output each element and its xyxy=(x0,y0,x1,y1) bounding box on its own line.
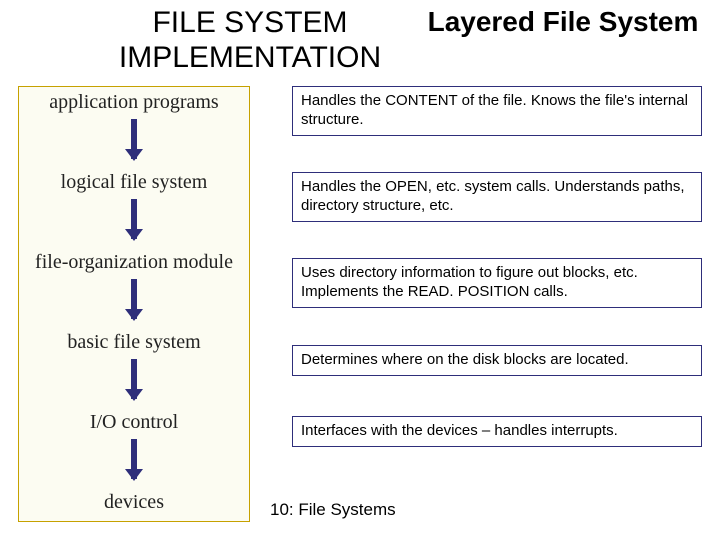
arrow-down-icon xyxy=(122,359,146,399)
description-basic-file-system: Determines where on the disk blocks are … xyxy=(292,345,702,376)
arrow-down-icon xyxy=(122,199,146,239)
description-logical-file-system: Handles the OPEN, etc. system calls. Und… xyxy=(292,172,702,222)
arrow-down-icon xyxy=(122,119,146,159)
arrow-down-icon xyxy=(122,439,146,479)
description-io-control: Interfaces with the devices – handles in… xyxy=(292,416,702,447)
description-file-organization: Uses directory information to figure out… xyxy=(292,258,702,308)
layer-basic-file-system: basic file system xyxy=(19,331,249,354)
layer-stack-box: application programs logical file system… xyxy=(18,86,250,522)
slide-title-left: FILE SYSTEM IMPLEMENTATION xyxy=(100,6,400,75)
slide-title-right: Layered File System xyxy=(420,6,706,38)
layer-io-control: I/O control xyxy=(19,411,249,434)
layer-application-programs: application programs xyxy=(19,91,249,114)
slide-footer: 10: File Systems xyxy=(270,500,396,520)
arrow-down-icon xyxy=(122,279,146,319)
slide: FILE SYSTEM IMPLEMENTATION Layered File … xyxy=(0,0,720,540)
layer-file-organization-module: file-organization module xyxy=(19,251,249,274)
description-application-programs: Handles the CONTENT of the file. Knows t… xyxy=(292,86,702,136)
layer-devices: devices xyxy=(19,491,249,514)
layer-logical-file-system: logical file system xyxy=(19,171,249,194)
